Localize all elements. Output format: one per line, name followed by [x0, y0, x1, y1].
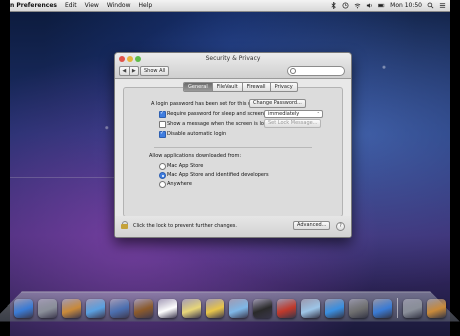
- volume-icon[interactable]: [366, 2, 373, 9]
- login-password-text: A login password has been set for this u…: [151, 101, 259, 107]
- radio-mac-app-store[interactable]: [159, 163, 166, 170]
- app-store-icon[interactable]: [349, 299, 369, 318]
- general-pane: A login password has been set for this u…: [123, 87, 343, 217]
- window-titlebar[interactable]: Security & Privacy ◀ ▶ Show All: [115, 53, 351, 79]
- tab-filevault[interactable]: FileVault: [213, 83, 243, 91]
- security-privacy-window: Security & Privacy ◀ ▶ Show All A login …: [114, 52, 352, 238]
- search-input[interactable]: [287, 66, 345, 76]
- require-password-checkbox[interactable]: [159, 110, 166, 118]
- lock-status-text: Click the lock to prevent further change…: [133, 223, 237, 229]
- preference-tabs: General FileVault Firewall Privacy: [183, 82, 298, 92]
- show-all-button[interactable]: Show All: [140, 66, 170, 76]
- launchpad-icon[interactable]: [37, 299, 57, 318]
- radio-identified-developers-label: Mac App Store and identified developers: [167, 172, 269, 178]
- spotlight-icon[interactable]: [427, 2, 434, 9]
- menu-extras: Mon 10:50: [330, 0, 446, 11]
- reminders-icon[interactable]: [205, 299, 225, 318]
- menu-clock[interactable]: Mon 10:50: [390, 2, 422, 9]
- bluetooth-icon[interactable]: [330, 2, 337, 9]
- search-icon: [290, 68, 296, 74]
- show-message-checkbox[interactable]: [159, 121, 166, 128]
- contacts-icon[interactable]: [133, 299, 153, 318]
- desktop-artifact-line: [10, 177, 130, 178]
- tab-general[interactable]: General: [184, 83, 213, 91]
- menu-window[interactable]: Window: [103, 2, 135, 9]
- system-preferences-icon[interactable]: [373, 299, 392, 318]
- disable-auto-login-label: Disable automatic login: [167, 131, 227, 137]
- photo-booth-icon[interactable]: [277, 299, 297, 318]
- notification-center-icon[interactable]: [439, 2, 446, 9]
- messages-icon[interactable]: [229, 299, 249, 318]
- show-message-label: Show a message when the screen is locked: [167, 121, 276, 127]
- lock-icon[interactable]: [121, 221, 128, 229]
- back-arrow-icon[interactable]: ◀: [120, 67, 130, 75]
- facetime-icon[interactable]: [253, 299, 273, 318]
- safari-icon[interactable]: [85, 299, 105, 318]
- finder-icon[interactable]: [14, 299, 33, 318]
- radio-anywhere-label: Anywhere: [167, 181, 192, 187]
- menu-edit[interactable]: Edit: [61, 2, 81, 9]
- require-password-delay-select[interactable]: immediately: [264, 110, 323, 118]
- dock: [14, 292, 446, 318]
- menu-view[interactable]: View: [81, 2, 103, 9]
- window-title: Security & Privacy: [205, 55, 261, 62]
- section-divider: [154, 147, 312, 148]
- set-lock-message-button[interactable]: Set Lock Message...: [264, 119, 322, 128]
- menu-help[interactable]: Help: [135, 2, 157, 9]
- itunes-icon[interactable]: [325, 299, 345, 318]
- advanced-button[interactable]: Advanced...: [293, 221, 331, 230]
- forward-arrow-icon[interactable]: ▶: [130, 67, 139, 75]
- tab-privacy[interactable]: Privacy: [271, 83, 297, 91]
- desktop: n Preferences Edit View Window Help Mon …: [10, 0, 450, 336]
- battery-icon[interactable]: [378, 2, 385, 9]
- downloads-stack-icon[interactable]: [403, 299, 422, 318]
- radio-mac-app-store-label: Mac App Store: [167, 163, 204, 169]
- iphoto-icon[interactable]: [301, 299, 321, 318]
- change-password-button[interactable]: Change Password...: [249, 99, 306, 108]
- dock-separator: [397, 298, 398, 318]
- notes-icon[interactable]: [181, 299, 201, 318]
- calendar-icon[interactable]: [157, 299, 177, 318]
- mail-icon[interactable]: [109, 299, 129, 318]
- radio-identified-developers[interactable]: [159, 172, 166, 179]
- require-password-label: Require password for sleep and screen sa…: [167, 111, 280, 117]
- back-forward-buttons: ◀ ▶: [119, 66, 139, 76]
- allow-apps-heading: Allow applications downloaded from:: [149, 153, 242, 159]
- menu-app-name[interactable]: n Preferences: [10, 2, 61, 9]
- timemachine-icon[interactable]: [342, 2, 349, 9]
- menu-bar: n Preferences Edit View Window Help Mon …: [10, 0, 450, 12]
- radio-anywhere[interactable]: [159, 181, 166, 188]
- wifi-icon[interactable]: [354, 2, 361, 9]
- trash-icon[interactable]: [426, 299, 446, 318]
- mission-control-icon[interactable]: [61, 299, 81, 318]
- help-button[interactable]: ?: [336, 222, 345, 231]
- tab-firewall[interactable]: Firewall: [243, 83, 271, 91]
- disable-auto-login-checkbox[interactable]: [159, 130, 166, 138]
- window-footer: Click the lock to prevent further change…: [115, 216, 351, 237]
